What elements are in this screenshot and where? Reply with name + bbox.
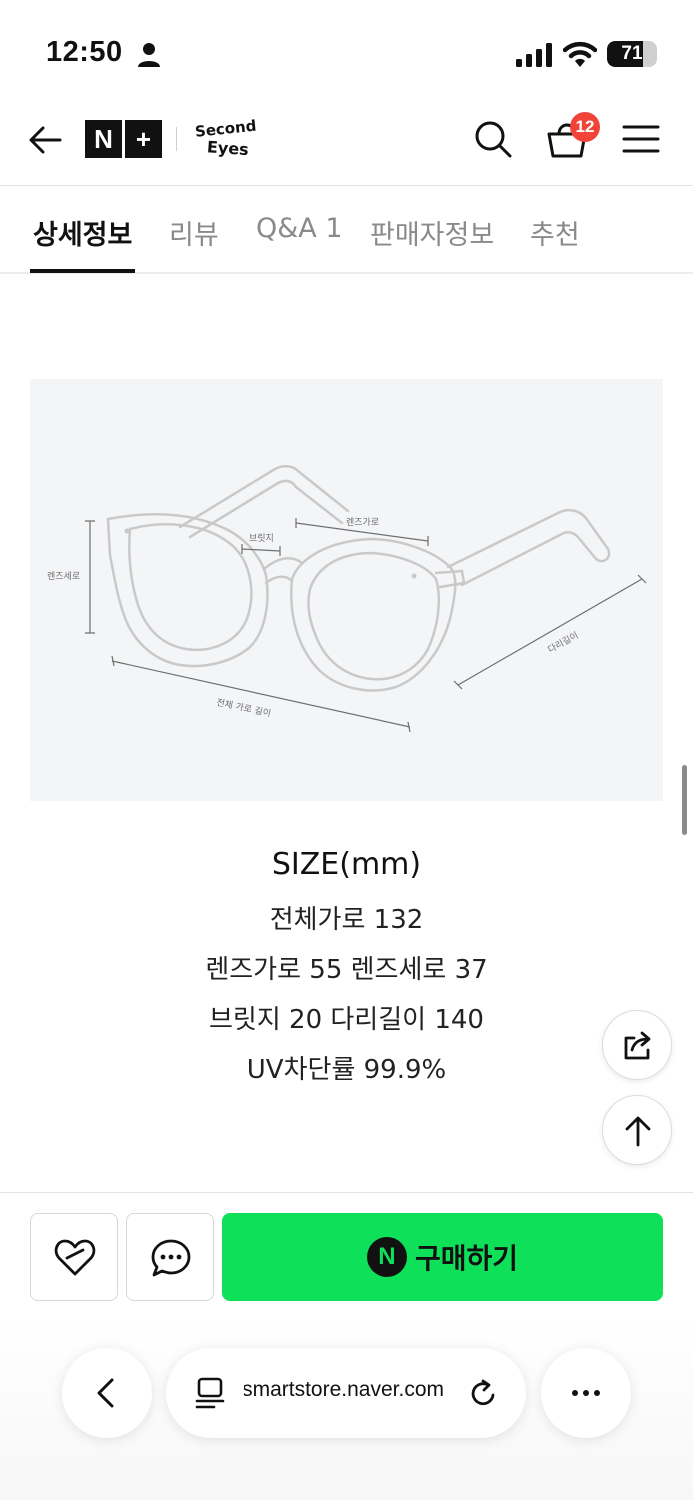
diagram-label-bridge: 브릿지 bbox=[249, 532, 274, 544]
app-header: N + Second Eyes 12 bbox=[0, 100, 693, 186]
browser-more-button[interactable] bbox=[541, 1348, 631, 1438]
buy-button-label: 구매하기 bbox=[414, 1242, 519, 1275]
tab-reviews[interactable]: 리뷰 bbox=[169, 213, 219, 252]
tab-qna[interactable]: Q&A 1 bbox=[256, 213, 343, 244]
tab-recommend[interactable]: 추천 bbox=[530, 213, 580, 252]
size-line-bridge-temple: 브릿지 20 다리길이 140 bbox=[209, 1005, 484, 1035]
diagram-label-temple-length: 다리길이 bbox=[546, 630, 580, 656]
diagram-label-lens-height: 렌즈세로 bbox=[47, 571, 80, 582]
naver-plus-logo-left: N bbox=[85, 120, 122, 158]
share-icon bbox=[624, 1031, 651, 1060]
brand-logo[interactable]: Second Eyes bbox=[193, 116, 269, 160]
size-line-uv: UV차단률 99.9% bbox=[246, 1055, 447, 1085]
glasses-illustration: 렌즈세로 브릿지 렌즈가로 전체 가로 길이 다리길이 bbox=[47, 465, 647, 733]
naver-pay-icon: N bbox=[366, 1237, 407, 1277]
diagram-label-total-width: 전체 가로 길이 bbox=[215, 697, 271, 719]
status-time: 12:50 bbox=[46, 36, 123, 68]
tab-details[interactable]: 상세정보 bbox=[33, 213, 132, 252]
size-info: SIZE(mm) 전체가로 132 렌즈가로 55 렌즈세로 37 브릿지 20… bbox=[0, 845, 693, 1095]
chat-bubble-icon bbox=[151, 1239, 191, 1277]
svg-text:Second: Second bbox=[194, 117, 257, 141]
more-dots-icon bbox=[572, 1390, 600, 1396]
naver-plus-logo[interactable]: N + bbox=[85, 120, 162, 158]
tab-seller-info[interactable]: 판매자정보 bbox=[370, 213, 494, 252]
heart-icon bbox=[54, 1239, 96, 1276]
size-line-lens: 렌즈가로 55 렌즈세로 37 bbox=[205, 955, 488, 985]
url-text: smartstore.naver.com bbox=[244, 1378, 444, 1401]
status-bar: 12:50 71 bbox=[0, 0, 693, 100]
arrow-up-icon bbox=[625, 1116, 651, 1147]
share-button[interactable] bbox=[602, 1010, 672, 1080]
chevron-left-icon bbox=[97, 1378, 114, 1408]
browser-back-button[interactable] bbox=[62, 1348, 152, 1438]
talk-talk-button[interactable] bbox=[126, 1213, 214, 1301]
size-line-total-width: 전체가로 132 bbox=[269, 905, 424, 935]
purchase-bar: N 구매하기 bbox=[0, 1192, 693, 1312]
glasses-size-diagram: 렌즈세로 브릿지 렌즈가로 전체 가로 길이 다리길이 bbox=[30, 379, 663, 801]
size-title: SIZE(mm) bbox=[271, 847, 422, 882]
scroll-top-button[interactable] bbox=[602, 1095, 672, 1165]
scrollbar-thumb[interactable] bbox=[682, 765, 687, 835]
person-icon bbox=[138, 43, 160, 67]
cellular-signal-icon bbox=[516, 43, 552, 67]
browser-toolbar: smartstore.naver.com bbox=[0, 1312, 693, 1500]
wishlist-button[interactable] bbox=[30, 1213, 118, 1301]
address-bar[interactable]: smartstore.naver.com bbox=[166, 1348, 526, 1438]
search-icon[interactable] bbox=[472, 118, 514, 160]
cart-count-badge: 12 bbox=[570, 112, 600, 142]
wifi-icon bbox=[563, 41, 597, 67]
back-arrow-icon[interactable] bbox=[26, 120, 66, 160]
buy-button[interactable]: N 구매하기 bbox=[222, 1213, 663, 1301]
product-tabs: 상세정보 리뷰 Q&A 1 판매자정보 추천 bbox=[0, 187, 693, 274]
svg-text:Eyes: Eyes bbox=[206, 137, 249, 159]
battery-level: 71 bbox=[621, 43, 643, 64]
page-menu-icon[interactable] bbox=[194, 1376, 228, 1410]
reload-icon[interactable] bbox=[468, 1378, 500, 1410]
active-tab-indicator bbox=[30, 269, 135, 273]
naver-plus-logo-right: + bbox=[125, 120, 162, 158]
battery-indicator: 71 bbox=[607, 41, 657, 67]
menu-icon[interactable] bbox=[622, 122, 660, 156]
logo-divider bbox=[176, 127, 177, 151]
diagram-label-lens-width: 렌즈가로 bbox=[346, 517, 379, 528]
